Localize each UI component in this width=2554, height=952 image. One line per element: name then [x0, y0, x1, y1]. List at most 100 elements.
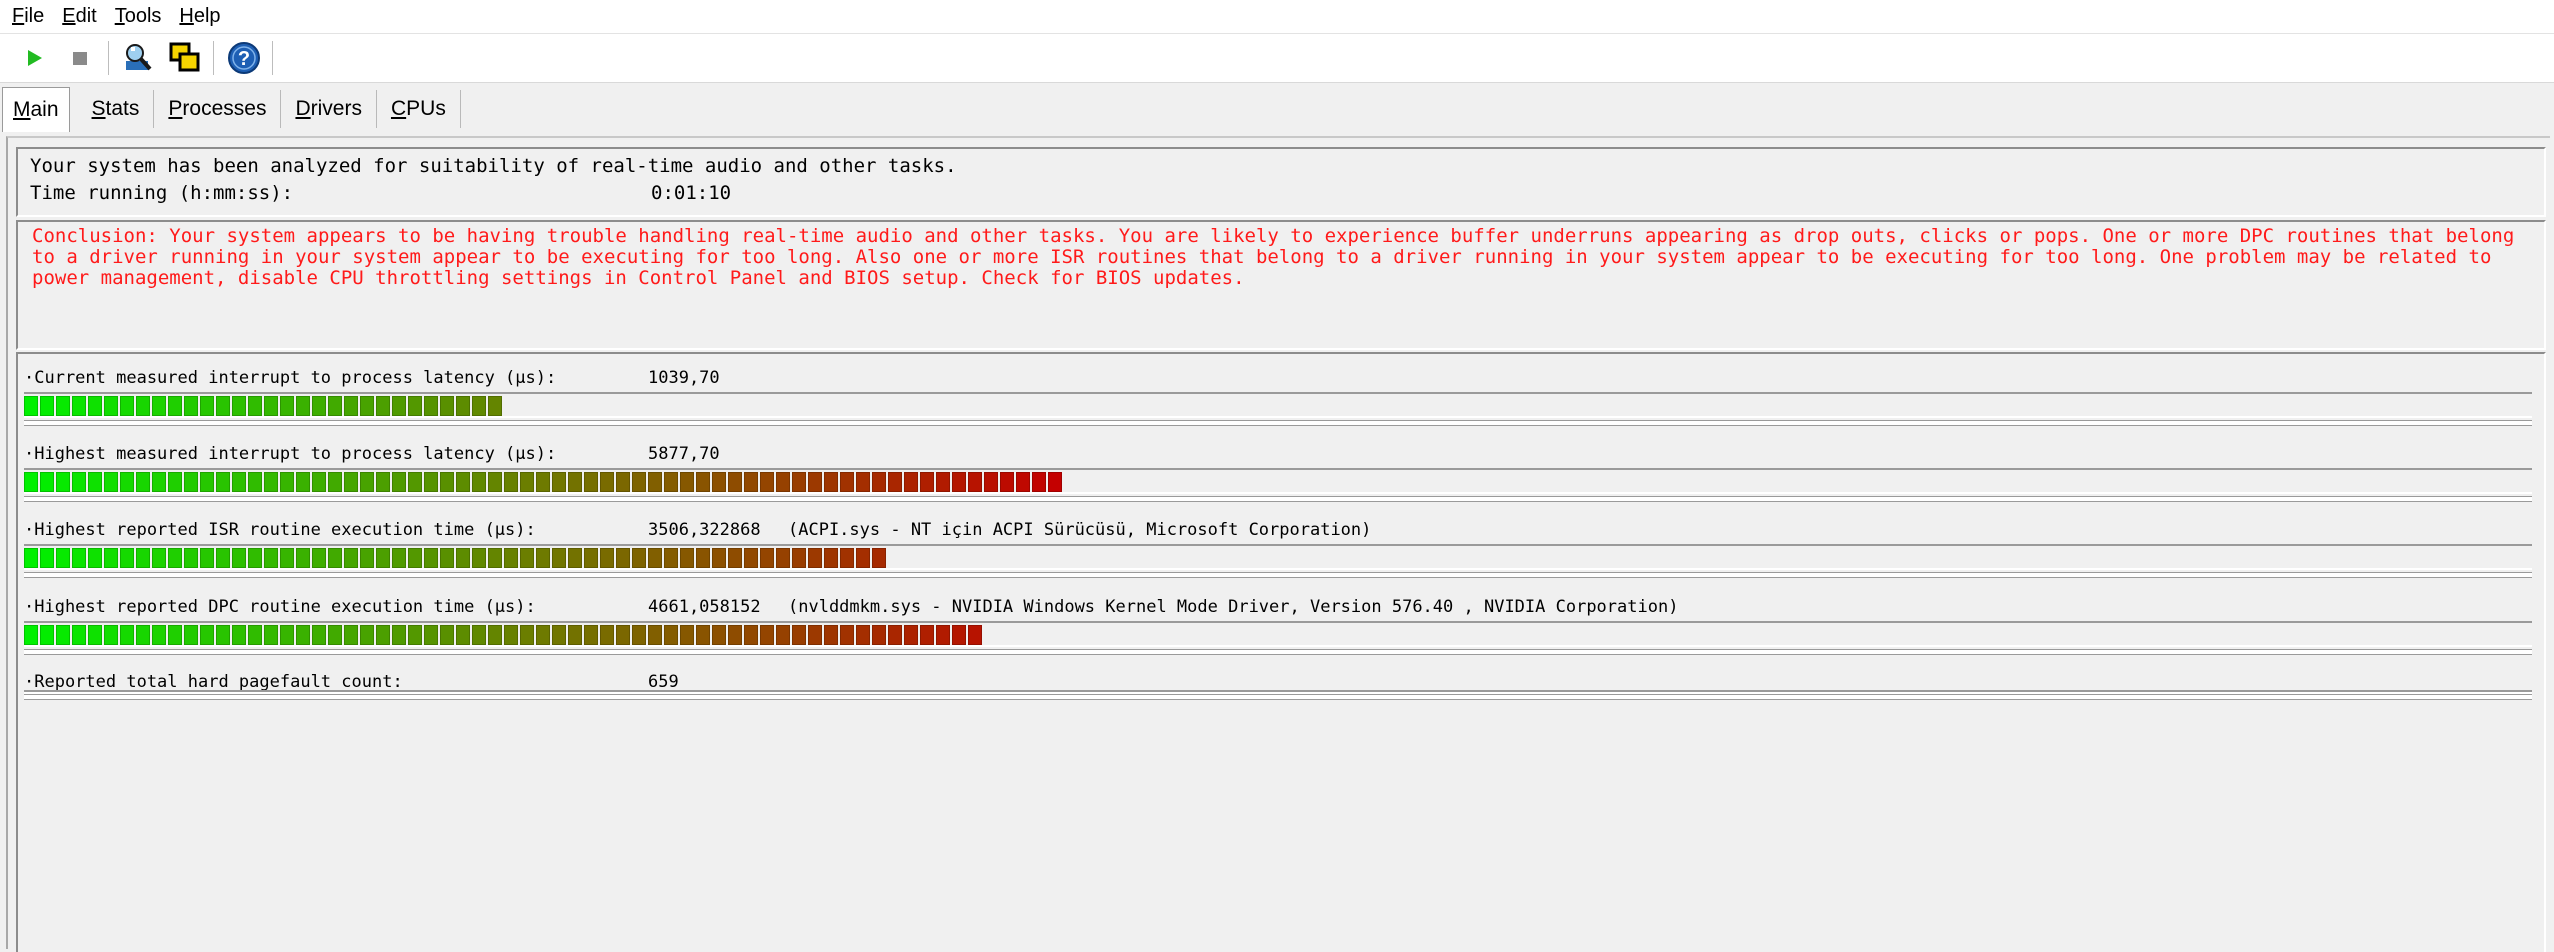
meter-segment — [296, 396, 310, 416]
meter-segment — [568, 625, 582, 645]
tab-main[interactable]: Main — [2, 87, 70, 132]
meter-segment — [328, 472, 342, 492]
meter-segment — [648, 472, 662, 492]
meter-segment — [216, 472, 230, 492]
menu-file[interactable]: File — [0, 0, 53, 33]
menu-edit[interactable]: Edit — [53, 0, 105, 33]
metric-label: ·Highest measured interrupt to process l… — [24, 444, 557, 464]
meter-segment — [120, 472, 134, 492]
stop-button[interactable] — [60, 38, 100, 78]
meter-segment — [488, 396, 502, 416]
meter-segment — [440, 625, 454, 645]
start-button[interactable] — [14, 38, 54, 78]
meter-segment — [568, 472, 582, 492]
meter-segment — [424, 396, 438, 416]
metric-label: ·Highest reported ISR routine execution … — [24, 520, 536, 540]
meter-segment — [88, 396, 102, 416]
meter-segment — [712, 472, 726, 492]
meter-segment — [776, 472, 790, 492]
meter-segment — [744, 472, 758, 492]
meter-segment — [72, 472, 86, 492]
meter-segment — [520, 472, 534, 492]
meter-segment — [712, 548, 726, 568]
meter-segment — [952, 625, 966, 645]
meter-segment — [24, 472, 38, 492]
meter-segment — [264, 472, 278, 492]
windows-icon — [169, 42, 200, 72]
meter-segment — [904, 625, 918, 645]
meter-segment — [744, 548, 758, 568]
meter-baseline — [24, 649, 2532, 655]
menu-tools[interactable]: Tools — [106, 0, 171, 33]
meter-segment — [280, 548, 294, 568]
meter-segment — [664, 472, 678, 492]
meter-segment — [680, 548, 694, 568]
meter-segment — [168, 625, 182, 645]
meter-segment — [552, 548, 566, 568]
meter-segment — [584, 548, 598, 568]
meter-segment — [520, 625, 534, 645]
tab-stats[interactable]: Stats — [70, 90, 155, 128]
meter-segment — [552, 625, 566, 645]
meter-segment — [440, 472, 454, 492]
meter-segment — [200, 548, 214, 568]
tab-cpus[interactable]: CPUs — [377, 90, 461, 128]
tab-drivers[interactable]: Drivers — [281, 90, 377, 128]
meter-fill — [24, 472, 1064, 492]
analysis-headline: Your system has been analyzed for suitab… — [30, 155, 957, 177]
meter-segment — [216, 396, 230, 416]
latency-meter — [24, 690, 2532, 700]
meter-segment — [792, 472, 806, 492]
metric-row: ·Highest measured interrupt to process l… — [18, 444, 2544, 514]
meter-segment — [648, 548, 662, 568]
meter-segment — [808, 548, 822, 568]
meter-segment — [280, 472, 294, 492]
meter-segment — [232, 396, 246, 416]
meter-segment — [936, 472, 950, 492]
meter-segment — [872, 625, 886, 645]
metric-driver-info: (ACPI.sys - NT için ACPI Sürücüsü, Micro… — [788, 520, 1372, 540]
meter-segment — [392, 396, 406, 416]
meter-segment — [696, 625, 710, 645]
meter-segment — [136, 548, 150, 568]
help-button[interactable]: ? — [224, 38, 264, 78]
meter-segment — [72, 548, 86, 568]
meter-segment — [328, 625, 342, 645]
metrics-section: ·Current measured interrupt to process l… — [16, 352, 2546, 952]
meter-segment — [344, 472, 358, 492]
meter-segment — [312, 548, 326, 568]
tab-processes[interactable]: Processes — [154, 90, 282, 128]
meter-segment — [24, 396, 38, 416]
meter-segment — [792, 625, 806, 645]
menu-help[interactable]: Help — [170, 0, 229, 33]
metric-label: ·Highest reported DPC routine execution … — [24, 597, 536, 617]
windows-button[interactable] — [165, 38, 205, 78]
meter-segment — [504, 472, 518, 492]
meter-segment — [376, 625, 390, 645]
meter-segment — [600, 625, 614, 645]
meter-segment — [88, 472, 102, 492]
meter-segment — [248, 396, 262, 416]
meter-segment — [152, 548, 166, 568]
meter-segment — [520, 548, 534, 568]
analyze-button[interactable] — [119, 38, 159, 78]
meter-segment — [968, 472, 982, 492]
meter-segment — [408, 472, 422, 492]
meter-segment — [632, 625, 646, 645]
meter-segment — [824, 472, 838, 492]
menu-bar: File Edit Tools Help — [0, 0, 2554, 33]
meter-segment — [360, 472, 374, 492]
meter-segment — [360, 625, 374, 645]
metric-value: 5877,70 — [648, 444, 720, 464]
meter-segment — [120, 396, 134, 416]
meter-segment — [184, 548, 198, 568]
meter-segment — [136, 472, 150, 492]
tab-strip: Main Stats Processes Drivers CPUs — [0, 84, 2554, 132]
meter-segment — [936, 625, 950, 645]
meter-segment — [88, 625, 102, 645]
time-running-value: 0:01:10 — [651, 182, 732, 204]
meter-segment — [632, 472, 646, 492]
meter-segment — [120, 548, 134, 568]
meter-segment — [184, 472, 198, 492]
meter-baseline — [24, 496, 2532, 502]
